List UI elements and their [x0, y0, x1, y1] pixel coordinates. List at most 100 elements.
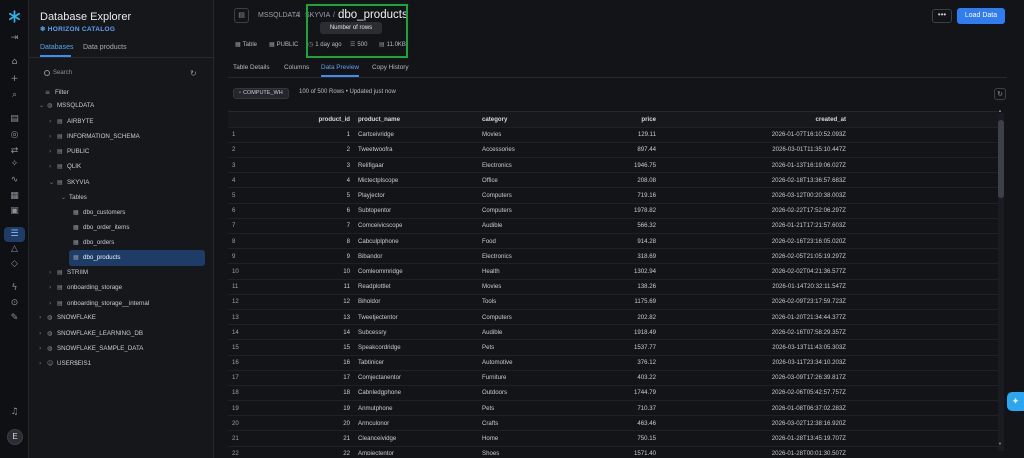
table-cell[interactable]: 2026-03-18T06:38:21.097Z [850, 157, 998, 174]
chevron-down-icon[interactable]: ⌄ [39, 99, 47, 113]
column-header-row-number[interactable] [228, 112, 258, 128]
table-cell[interactable]: 2 [258, 142, 354, 159]
tree-item-airbyte[interactable]: › ▤ AIRBYTE [49, 115, 93, 129]
chevron-right-icon[interactable]: › [49, 297, 57, 311]
table-cell[interactable]: Electronics [478, 157, 562, 174]
table-row[interactable]: 12 12 Biholdor Tools 1175.69 2026-02-09T23:17… [228, 294, 998, 310]
refresh-icon[interactable]: ↻ [994, 88, 1006, 100]
tree-item-dbo-customers[interactable]: ▦ dbo_customers [73, 206, 125, 220]
marketplace-icon[interactable]: ▦ [8, 190, 21, 203]
table-cell[interactable]: 20 [228, 415, 258, 432]
chevron-right-icon[interactable]: › [49, 160, 57, 174]
tree-item-dbo-products[interactable]: ▦ dbo_products [73, 251, 121, 265]
table-cell[interactable]: 11 [258, 279, 354, 295]
table-cell[interactable]: 13 [258, 309, 354, 326]
table-cell[interactable]: 10 [228, 263, 258, 280]
chevron-right-icon[interactable]: › [49, 130, 57, 144]
table-cell[interactable]: 2026-02-22T17:52:06.297Z [660, 203, 850, 219]
avatar[interactable]: E [7, 429, 23, 445]
chevron-right-icon[interactable]: › [39, 342, 47, 356]
table-cell[interactable]: 2026-02-09T23:17:59.723Z [660, 294, 850, 310]
table-cell[interactable]: Cabculplphone [354, 233, 478, 250]
table-cell[interactable]: 5 [228, 187, 258, 204]
table-cell[interactable]: 1 [258, 127, 354, 143]
table-cell[interactable]: 7 [228, 218, 258, 235]
table-cell[interactable]: Tweetjectentor [354, 309, 478, 326]
table-cell[interactable]: 2026-03-18T06:38:21.097Z [850, 324, 998, 341]
monitoring-icon[interactable]: ∿ [8, 174, 21, 187]
table-cell[interactable]: 9 [228, 248, 258, 265]
table-cell[interactable]: 8 [228, 233, 258, 250]
table-row[interactable]: 11 11 Readplottlet Movies 138.26 2026-01-14T2… [228, 279, 998, 295]
table-cell[interactable]: 2026-01-28T00:01:30.507Z [660, 446, 850, 455]
table-cell[interactable]: 1302.94 [562, 263, 660, 280]
security-icon[interactable]: ◇ [8, 258, 21, 271]
table-cell[interactable]: 1946.75 [562, 157, 660, 174]
table-cell[interactable]: 2026-02-16T23:16:05.020Z [660, 233, 850, 250]
table-cell[interactable]: 2026-03-18T06:38:21.097Z [850, 446, 998, 455]
tree-item-information-schema[interactable]: › ▤ INFORMATION_SCHEMA [49, 130, 140, 144]
breadcrumb-database[interactable]: MSSQLDATA [258, 12, 300, 19]
table-cell[interactable]: Comceivicscope [354, 218, 478, 235]
tab-table-details[interactable]: Table Details [233, 64, 270, 71]
table-cell[interactable]: Shoes [478, 446, 562, 455]
table-cell[interactable]: Automotive [478, 355, 562, 371]
table-cell[interactable]: 914.28 [562, 233, 660, 250]
table-cell[interactable]: 566.32 [562, 218, 660, 235]
table-cell[interactable]: 18 [228, 385, 258, 402]
table-cell[interactable]: 1571.40 [562, 446, 660, 455]
table-cell[interactable]: Cabnledgphone [354, 385, 478, 402]
table-cell[interactable]: 7 [258, 218, 354, 235]
table-cell[interactable]: Pets [478, 400, 562, 417]
table-cell[interactable]: Home [478, 430, 562, 447]
table-cell[interactable]: Cartceivridge [354, 127, 478, 143]
table-cell[interactable]: 1978.82 [562, 203, 660, 219]
table-cell[interactable]: 2026-03-18T06:38:21.097Z [850, 400, 998, 417]
table-row[interactable]: 13 13 Tweetjectentor Computers 202.82 2026-01… [228, 309, 998, 326]
table-cell[interactable]: 21 [228, 430, 258, 447]
help-icon[interactable]: ✎ [8, 312, 21, 325]
table-cell[interactable]: 2026-03-18T06:38:21.097Z [850, 142, 998, 159]
table-cell[interactable]: 2026-03-18T06:38:21.097Z [850, 187, 998, 204]
table-cell[interactable]: 1175.69 [562, 294, 660, 310]
data-sharing-icon[interactable]: ⊙ [8, 297, 21, 310]
table-cell[interactable]: 750.15 [562, 430, 660, 447]
more-options-button[interactable]: ••• [932, 9, 952, 23]
table-cell[interactable]: 2026-03-18T06:38:21.097Z [850, 203, 998, 219]
table-cell[interactable]: 2026-01-14T20:32:11.547Z [660, 279, 850, 295]
table-cell[interactable]: 19 [228, 400, 258, 417]
table-row[interactable]: 16 16 Tabtinicer Automotive 376.12 2026-03-11… [228, 355, 998, 371]
column-header-price[interactable]: price [562, 112, 660, 128]
table-cell[interactable]: Crafts [478, 415, 562, 432]
table-cell[interactable]: 403.22 [562, 370, 660, 386]
table-cell[interactable]: Readplottlet [354, 279, 478, 295]
table-cell[interactable]: 6 [228, 203, 258, 219]
table-cell[interactable]: Computers [478, 309, 562, 326]
ai-assistant-button[interactable]: ✦ [1007, 392, 1024, 411]
transform-icon[interactable]: ⇄ [8, 145, 21, 158]
notifications-icon[interactable]: ♫ [8, 406, 21, 419]
table-row[interactable]: 4 4 Mictectplscope Office 208.08 2026-02-18T1… [228, 172, 998, 189]
table-cell[interactable]: 2026-03-18T06:38:21.097Z [850, 385, 998, 402]
table-cell[interactable]: Speakcordridge [354, 339, 478, 356]
table-cell[interactable]: 15 [228, 339, 258, 356]
tree-item-dbo-orders[interactable]: ▦ dbo_orders [73, 236, 114, 250]
tree-item-dbo-order-items[interactable]: ▦ dbo_order_items [73, 221, 129, 235]
table-cell[interactable]: 12 [228, 294, 258, 310]
table-row[interactable]: 9 9 Bibandor Electronics 318.69 2026-02-05T21… [228, 248, 998, 265]
table-cell[interactable]: 1 [228, 127, 258, 143]
table-cell[interactable]: 16 [258, 355, 354, 371]
table-cell[interactable]: 2026-03-18T06:38:21.097Z [850, 248, 998, 265]
table-row[interactable]: 10 10 Comleommridge Health 1302.94 2026-02-02… [228, 263, 998, 280]
table-cell[interactable]: 2026-03-18T06:38:21.097Z [850, 355, 998, 371]
table-cell[interactable]: Health [478, 263, 562, 280]
table-cell[interactable]: Pets [478, 339, 562, 356]
chevron-right-icon[interactable]: › [49, 145, 57, 159]
search-icon[interactable]: ⌕ [8, 89, 21, 102]
table-cell[interactable]: 2026-03-18T06:38:21.097Z [850, 172, 998, 189]
catalog-icon[interactable]: ☰ [4, 227, 25, 242]
table-cell[interactable]: 12 [258, 294, 354, 310]
table-cell[interactable]: Electronics [478, 248, 562, 265]
table-cell[interactable]: 17 [258, 370, 354, 386]
table-cell[interactable]: 2026-03-18T06:38:21.097Z [850, 279, 998, 295]
